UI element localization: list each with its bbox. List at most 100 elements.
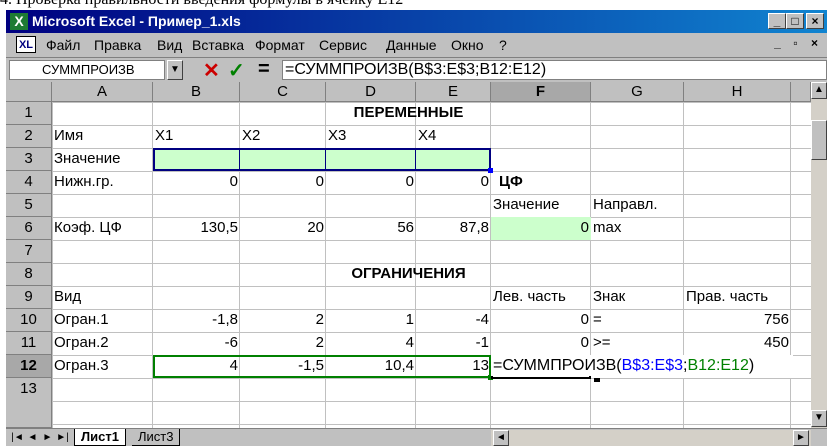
cell-a10[interactable]: Огран.1 <box>52 309 153 332</box>
row-header[interactable]: 8 <box>6 263 52 286</box>
scroll-right-icon[interactable]: ► <box>793 430 809 446</box>
cell-d8[interactable]: ОГРАНИЧЕНИЯ <box>326 263 491 286</box>
cell-g9[interactable]: Знак <box>591 286 684 309</box>
row-header[interactable]: 13 <box>6 378 52 428</box>
cell-a11[interactable]: Огран.2 <box>52 332 153 355</box>
scroll-up-icon[interactable]: ▲ <box>811 82 827 99</box>
scroll-down-icon[interactable]: ▼ <box>811 410 827 427</box>
cell-b2[interactable]: X1 <box>153 125 240 148</box>
cell-e12[interactable]: 13 <box>416 355 491 378</box>
row-header[interactable]: 1 <box>6 102 52 125</box>
cell-g10[interactable]: = <box>591 309 684 332</box>
cell-a6[interactable]: Коэф. ЦФ <box>52 217 153 240</box>
horizontal-scrollbar[interactable]: ◄ ► <box>491 430 811 446</box>
menu-insert[interactable]: Вставка <box>192 37 244 53</box>
cell-c4[interactable]: 0 <box>240 171 326 194</box>
row-header[interactable]: 4 <box>6 171 52 194</box>
cell-e2[interactable]: X4 <box>416 125 491 148</box>
cell-f4[interactable]: ЦФ <box>491 171 591 194</box>
cell-f9[interactable]: Лев. часть <box>491 286 591 309</box>
row-header[interactable]: 12 <box>6 355 52 378</box>
doc-minimize-button[interactable]: _ <box>769 36 786 52</box>
cell-f5[interactable]: Значение <box>491 194 591 217</box>
cell-a12[interactable]: Огран.3 <box>52 355 153 378</box>
last-sheet-icon[interactable]: ►| <box>55 430 70 445</box>
maximize-button[interactable]: □ <box>786 13 804 29</box>
cell-h11[interactable]: 450 <box>684 332 791 355</box>
cell-d1[interactable]: ПЕРЕМЕННЫЕ <box>326 102 491 125</box>
cell-g5[interactable]: Направл. <box>591 194 684 217</box>
first-sheet-icon[interactable]: |◄ <box>10 430 25 445</box>
column-header[interactable]: C <box>240 82 326 102</box>
cell-a3[interactable]: Значение <box>52 148 153 171</box>
cell-f11[interactable]: 0 <box>491 332 591 355</box>
scroll-left-icon[interactable]: ◄ <box>493 430 509 446</box>
column-header[interactable]: H <box>684 82 791 102</box>
cell-d2[interactable]: X3 <box>326 125 416 148</box>
cell-e10[interactable]: -4 <box>416 309 491 332</box>
column-header[interactable]: G <box>591 82 684 102</box>
column-header[interactable]: E <box>416 82 491 102</box>
cell-c10[interactable]: 2 <box>240 309 326 332</box>
column-header[interactable]: F <box>491 82 591 102</box>
cell-f6[interactable]: 0 <box>491 217 591 240</box>
chevron-down-icon[interactable]: ▼ <box>167 60 183 80</box>
cell-a2[interactable]: Имя <box>52 125 153 148</box>
row-header[interactable]: 10 <box>6 309 52 332</box>
cell-d12[interactable]: 10,4 <box>326 355 416 378</box>
menu-edit[interactable]: Правка <box>94 37 141 53</box>
cell-e4[interactable]: 0 <box>416 171 491 194</box>
cell-b12[interactable]: 4 <box>153 355 240 378</box>
cell-a9[interactable]: Вид <box>52 286 153 309</box>
cancel-icon[interactable]: ✕ <box>203 58 220 83</box>
cell-a4[interactable]: Нижн.гр. <box>52 171 153 194</box>
cell-e11[interactable]: -1 <box>416 332 491 355</box>
menu-window[interactable]: Окно <box>451 37 484 53</box>
edit-formula-icon[interactable]: = <box>258 58 270 81</box>
cell-d10[interactable]: 1 <box>326 309 416 332</box>
cell-e6[interactable]: 87,8 <box>416 217 491 240</box>
scroll-thumb[interactable] <box>811 120 827 160</box>
cell-d4[interactable]: 0 <box>326 171 416 194</box>
name-box[interactable]: СУММПРОИЗВ <box>9 60 165 80</box>
cell-g11[interactable]: >= <box>591 332 684 355</box>
menu-data[interactable]: Данные <box>386 37 437 53</box>
cell-b4[interactable]: 0 <box>153 171 240 194</box>
cell-c2[interactable]: X2 <box>240 125 326 148</box>
row-header[interactable]: 5 <box>6 194 52 217</box>
row-header[interactable]: 9 <box>6 286 52 309</box>
row-header[interactable]: 2 <box>6 125 52 148</box>
formula-input[interactable]: =СУММПРОИЗВ(B$3:E$3;B12:E12) <box>282 60 827 80</box>
cell-b11[interactable]: -6 <box>153 332 240 355</box>
doc-restore-button[interactable]: ▫ <box>787 36 804 52</box>
vertical-scrollbar[interactable]: ▲ ▼ <box>811 82 827 428</box>
cell-c12[interactable]: -1,5 <box>240 355 326 378</box>
column-header[interactable] <box>791 82 811 102</box>
active-cell-f12-editor[interactable]: =СУММПРОИЗВ(B$3:E$3;B12:E12) <box>491 355 793 378</box>
prev-sheet-icon[interactable]: ◄ <box>25 430 40 445</box>
column-header[interactable]: A <box>52 82 153 102</box>
next-sheet-icon[interactable]: ► <box>40 430 55 445</box>
minimize-button[interactable]: _ <box>768 13 786 29</box>
tab-sheet3[interactable]: Лист3 <box>132 429 181 446</box>
cell-h10[interactable]: 756 <box>684 309 791 332</box>
cell-b6[interactable]: 130,5 <box>153 217 240 240</box>
document-icon[interactable]: XL <box>16 36 36 53</box>
close-button[interactable]: × <box>806 13 824 29</box>
cell-g6[interactable]: max <box>591 217 684 240</box>
row-header[interactable]: 3 <box>6 148 52 171</box>
column-header[interactable]: B <box>153 82 240 102</box>
menu-format[interactable]: Формат <box>255 37 305 53</box>
row-header[interactable]: 7 <box>6 240 52 263</box>
cell-d11[interactable]: 4 <box>326 332 416 355</box>
menu-view[interactable]: Вид <box>157 37 182 53</box>
tab-sheet1[interactable]: Лист1 <box>74 429 126 446</box>
menu-help[interactable]: ? <box>499 37 507 53</box>
variables-value-range[interactable] <box>153 148 491 171</box>
cell-d6[interactable]: 56 <box>326 217 416 240</box>
fill-handle[interactable] <box>594 378 600 382</box>
select-all-corner[interactable] <box>6 82 52 102</box>
cell-f10[interactable]: 0 <box>491 309 591 332</box>
column-header[interactable]: D <box>326 82 416 102</box>
row-header[interactable]: 11 <box>6 332 52 355</box>
